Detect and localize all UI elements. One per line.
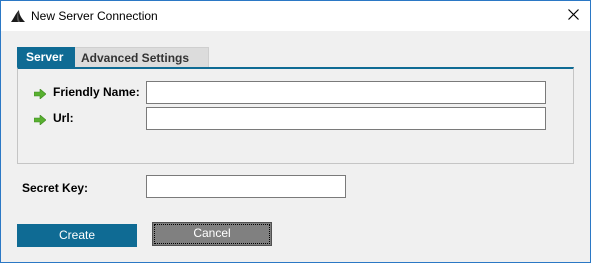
close-button[interactable] (556, 1, 590, 31)
title-bar[interactable]: New Server Connection (1, 1, 590, 31)
create-button[interactable]: Create (17, 224, 137, 247)
tab-server[interactable]: Server (17, 47, 75, 68)
shark-fin-icon (10, 9, 26, 23)
window-title: New Server Connection (31, 9, 158, 23)
url-label: Url: (53, 111, 74, 125)
cancel-button[interactable]: Cancel (152, 222, 272, 246)
friendly-name-row: Friendly Name: (18, 81, 573, 104)
secret-key-input[interactable] (146, 175, 346, 198)
url-input[interactable] (146, 107, 546, 130)
close-icon (567, 9, 579, 23)
secret-key-label: Secret Key: (22, 181, 89, 195)
dialog-window: New Server Connection Server Advanced Se… (0, 0, 591, 263)
friendly-name-input[interactable] (146, 81, 546, 104)
green-arrow-icon (33, 88, 47, 100)
server-tab-panel: Friendly Name: Url: (17, 67, 574, 164)
friendly-name-label: Friendly Name: (53, 85, 140, 99)
green-arrow-icon (33, 114, 47, 126)
tab-advanced-settings[interactable]: Advanced Settings (75, 47, 209, 68)
url-row: Url: (18, 107, 573, 130)
